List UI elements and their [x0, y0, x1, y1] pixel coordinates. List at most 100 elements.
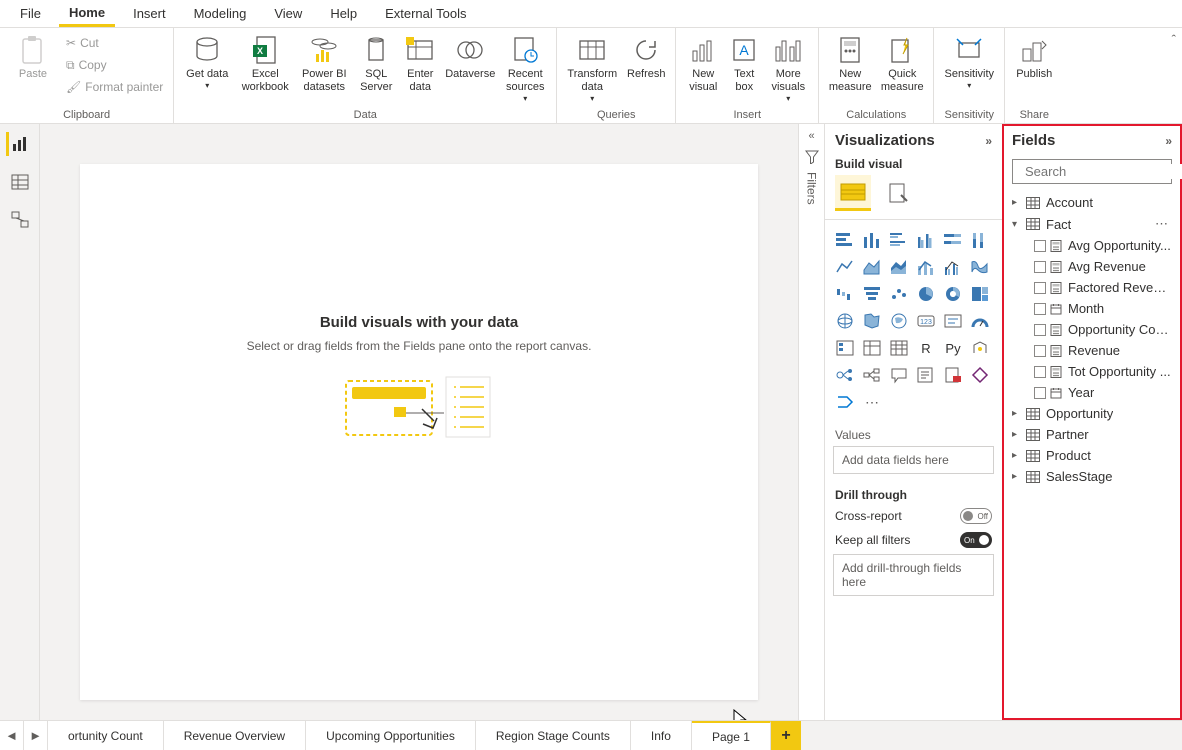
menu-insert[interactable]: Insert: [123, 2, 176, 25]
recent-sources-button[interactable]: Recent sources▾: [500, 32, 550, 106]
field-row[interactable]: Year: [1006, 382, 1178, 403]
refresh-button[interactable]: Refresh: [623, 32, 669, 106]
key-influencers-icon[interactable]: [833, 363, 857, 387]
add-page-button[interactable]: +: [771, 721, 801, 750]
new-visual-button[interactable]: New visual: [682, 32, 724, 106]
get-data-button[interactable]: Get data▾: [180, 32, 234, 106]
fields-search[interactable]: [1012, 159, 1172, 184]
funnel-icon[interactable]: [860, 282, 884, 306]
line-clustered-column-icon[interactable]: [941, 255, 965, 279]
field-row[interactable]: Revenue: [1006, 340, 1178, 361]
new-measure-button[interactable]: New measure: [825, 32, 875, 106]
report-view-icon[interactable]: [6, 132, 30, 156]
collapse-fields-icon[interactable]: »: [1165, 134, 1172, 148]
python-visual-icon[interactable]: [968, 336, 992, 360]
field-row[interactable]: Tot Opportunity ...: [1006, 361, 1178, 382]
clustered-column-icon[interactable]: [914, 228, 938, 252]
publish-button[interactable]: Publish: [1011, 32, 1057, 106]
menu-external-tools[interactable]: External Tools: [375, 2, 476, 25]
pie-icon[interactable]: [914, 282, 938, 306]
sql-server-button[interactable]: SQL Server: [354, 32, 398, 106]
r-visual-icon[interactable]: Py: [941, 336, 965, 360]
quick-measure-button[interactable]: Quick measure: [877, 32, 927, 106]
field-checkbox[interactable]: [1034, 282, 1046, 294]
dataverse-button[interactable]: Dataverse: [442, 32, 498, 106]
clustered-bar-icon[interactable]: [887, 228, 911, 252]
filters-pane-collapsed[interactable]: « Filters: [798, 124, 824, 720]
cut-button[interactable]: ✂Cut: [62, 32, 167, 54]
paginated-report-icon[interactable]: [941, 363, 965, 387]
line-stacked-column-icon[interactable]: [914, 255, 938, 279]
page-tab[interactable]: Info: [631, 721, 692, 750]
paste-button[interactable]: Paste: [6, 32, 60, 106]
prev-page-button[interactable]: ◄: [0, 721, 24, 750]
pbi-datasets-button[interactable]: Power BI datasets: [296, 32, 352, 106]
menu-home[interactable]: Home: [59, 1, 115, 27]
smart-narrative-icon[interactable]: [914, 363, 938, 387]
table-row[interactable]: ▾Fact⋯: [1006, 213, 1178, 235]
waterfall-icon[interactable]: [833, 282, 857, 306]
card-icon[interactable]: [941, 309, 965, 333]
transform-data-button[interactable]: Transform data▾: [563, 32, 621, 106]
field-checkbox[interactable]: [1034, 324, 1046, 336]
multi-row-card-icon[interactable]: [968, 309, 992, 333]
decomposition-tree-icon[interactable]: [860, 363, 884, 387]
table-row[interactable]: ▸Opportunity: [1006, 403, 1178, 424]
search-input[interactable]: [1025, 164, 1182, 179]
build-visual-tab[interactable]: [835, 175, 871, 211]
field-checkbox[interactable]: [1034, 366, 1046, 378]
menu-view[interactable]: View: [264, 2, 312, 25]
azure-map-icon[interactable]: [887, 309, 911, 333]
gauge-icon[interactable]: 123: [914, 309, 938, 333]
field-row[interactable]: Opportunity Cou...: [1006, 319, 1178, 340]
report-canvas[interactable]: Build visuals with your data Select or d…: [80, 164, 758, 700]
table-icon[interactable]: [887, 336, 911, 360]
cross-report-toggle[interactable]: Off: [960, 508, 992, 524]
page-tab-active[interactable]: Page 1: [692, 721, 771, 750]
power-apps-icon[interactable]: [968, 363, 992, 387]
page-tab[interactable]: ortunity Count: [48, 721, 164, 750]
values-drop-zone[interactable]: Add data fields here: [833, 446, 994, 474]
donut-icon[interactable]: [941, 282, 965, 306]
table-row[interactable]: ▸Partner: [1006, 424, 1178, 445]
collapse-viz-icon[interactable]: »: [985, 134, 992, 148]
field-checkbox[interactable]: [1034, 345, 1046, 357]
keep-filters-toggle[interactable]: On: [960, 532, 992, 548]
table-row[interactable]: ▸Product: [1006, 445, 1178, 466]
field-row[interactable]: Avg Opportunity...: [1006, 235, 1178, 256]
enter-data-button[interactable]: Enter data: [400, 32, 440, 106]
stacked-column-icon[interactable]: [860, 228, 884, 252]
data-view-icon[interactable]: [8, 170, 32, 194]
field-checkbox[interactable]: [1034, 240, 1046, 252]
menu-help[interactable]: Help: [320, 2, 367, 25]
sensitivity-button[interactable]: Sensitivity▾: [940, 32, 998, 106]
treemap-icon[interactable]: [968, 282, 992, 306]
field-checkbox[interactable]: [1034, 303, 1046, 315]
matrix-icon[interactable]: R: [914, 336, 938, 360]
more-icon[interactable]: ⋯: [1155, 216, 1172, 232]
table-row[interactable]: ▸Account: [1006, 192, 1178, 213]
map-icon[interactable]: [833, 309, 857, 333]
filled-map-icon[interactable]: [860, 309, 884, 333]
expand-left-icon[interactable]: «: [808, 130, 814, 142]
kpi-icon[interactable]: [833, 336, 857, 360]
text-box-button[interactable]: AText box: [726, 32, 762, 106]
page-tab[interactable]: Region Stage Counts: [476, 721, 631, 750]
field-row[interactable]: Factored Revenue: [1006, 277, 1178, 298]
line-chart-icon[interactable]: [833, 255, 857, 279]
slicer-icon[interactable]: [860, 336, 884, 360]
stacked-area-icon[interactable]: [887, 255, 911, 279]
qa-icon[interactable]: [887, 363, 911, 387]
get-more-visuals-icon[interactable]: ⋯: [860, 390, 884, 414]
page-tab[interactable]: Revenue Overview: [164, 721, 306, 750]
scatter-icon[interactable]: [887, 282, 911, 306]
field-checkbox[interactable]: [1034, 387, 1046, 399]
format-visual-tab[interactable]: [881, 175, 917, 211]
model-view-icon[interactable]: [8, 208, 32, 232]
excel-button[interactable]: XExcel workbook: [236, 32, 294, 106]
hundred-stacked-bar-icon[interactable]: [941, 228, 965, 252]
copy-button[interactable]: ⧉Copy: [62, 54, 167, 76]
collapse-ribbon-button[interactable]: ˆ: [1172, 32, 1176, 47]
field-row[interactable]: Month: [1006, 298, 1178, 319]
table-row[interactable]: ▸SalesStage: [1006, 466, 1178, 487]
